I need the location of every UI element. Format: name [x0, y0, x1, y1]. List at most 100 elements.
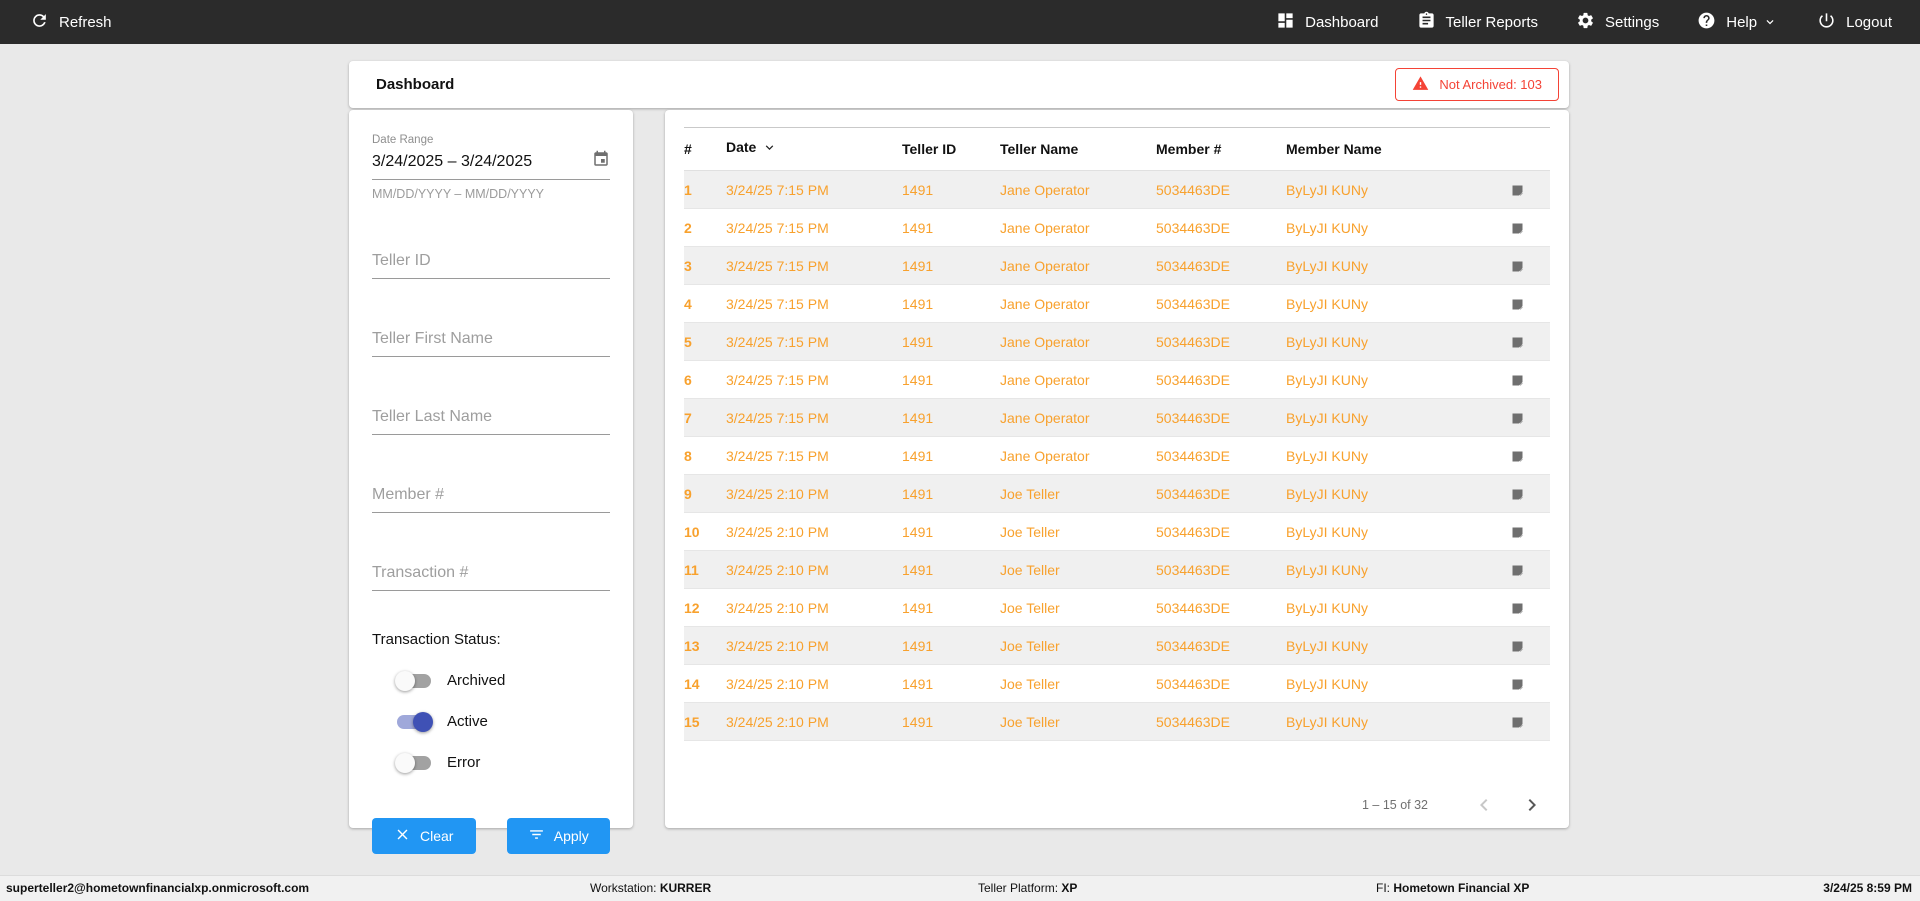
previous-page-button[interactable] [1472, 793, 1496, 817]
member-number-input[interactable] [372, 482, 610, 513]
table-row[interactable]: 8 3/24/25 7:15 PM 1491 Jane Operator 503… [684, 437, 1550, 475]
next-page-button[interactable] [1520, 793, 1544, 817]
teller-first-name-input[interactable] [372, 326, 610, 357]
table-row[interactable]: 1 3/24/25 7:15 PM 1491 Jane Operator 503… [684, 171, 1550, 209]
note-icon[interactable] [1510, 713, 1525, 729]
table-row[interactable]: 13 3/24/25 2:10 PM 1491 Joe Teller 50344… [684, 627, 1550, 665]
row-teller-name: Joe Teller [1000, 475, 1156, 513]
row-teller-id: 1491 [902, 627, 1000, 665]
col-number[interactable]: # [684, 128, 726, 171]
row-member-number: 5034463DE [1156, 171, 1286, 209]
note-icon[interactable] [1510, 409, 1525, 425]
refresh-button[interactable]: Refresh [30, 11, 112, 34]
row-number: 6 [684, 361, 726, 399]
row-teller-name: Joe Teller [1000, 665, 1156, 703]
dashboard-icon [1276, 11, 1295, 34]
power-icon [1817, 11, 1836, 34]
row-teller-id: 1491 [902, 323, 1000, 361]
table-row[interactable]: 11 3/24/25 2:10 PM 1491 Joe Teller 50344… [684, 551, 1550, 589]
table-row[interactable]: 10 3/24/25 2:10 PM 1491 Joe Teller 50344… [684, 513, 1550, 551]
not-archived-badge[interactable]: Not Archived: 103 [1395, 68, 1559, 101]
row-member-name: ByLyJI KUNy [1286, 209, 1484, 247]
col-teller-name[interactable]: Teller Name [1000, 128, 1156, 171]
note-icon[interactable] [1510, 257, 1525, 273]
col-date[interactable]: Date [726, 128, 902, 171]
note-icon[interactable] [1510, 637, 1525, 653]
row-date: 3/24/25 2:10 PM [726, 513, 902, 551]
col-member-name[interactable]: Member Name [1286, 128, 1484, 171]
table-row[interactable]: 9 3/24/25 2:10 PM 1491 Joe Teller 503446… [684, 475, 1550, 513]
row-member-number: 5034463DE [1156, 247, 1286, 285]
table-row[interactable]: 4 3/24/25 7:15 PM 1491 Jane Operator 503… [684, 285, 1550, 323]
logged-in-user: superteller2@hometownfinancialxp.onmicro… [6, 881, 309, 895]
table-row[interactable]: 6 3/24/25 7:15 PM 1491 Jane Operator 503… [684, 361, 1550, 399]
col-member-number[interactable]: Member # [1156, 128, 1286, 171]
row-date: 3/24/25 7:15 PM [726, 285, 902, 323]
row-date: 3/24/25 7:15 PM [726, 437, 902, 475]
row-date: 3/24/25 7:15 PM [726, 399, 902, 437]
fi-status: FI: Hometown Financial XP [1376, 881, 1529, 895]
date-range-input[interactable]: 3/24/2025 – 3/24/2025 [372, 150, 610, 180]
nav-logout[interactable]: Logout [1817, 11, 1892, 34]
table-row[interactable]: 3 3/24/25 7:15 PM 1491 Jane Operator 503… [684, 247, 1550, 285]
page-header-card: Dashboard Not Archived: 103 [349, 61, 1569, 108]
toggle-error[interactable]: Error [397, 754, 610, 771]
row-member-number: 5034463DE [1156, 361, 1286, 399]
note-icon[interactable] [1510, 295, 1525, 311]
row-teller-id: 1491 [902, 437, 1000, 475]
note-icon[interactable] [1510, 333, 1525, 349]
row-number: 5 [684, 323, 726, 361]
col-teller-id[interactable]: Teller ID [902, 128, 1000, 171]
note-icon[interactable] [1510, 219, 1525, 235]
row-date: 3/24/25 2:10 PM [726, 627, 902, 665]
table-header-row: # Date Teller ID Teller Name Member # Me… [684, 128, 1550, 171]
not-archived-label: Not Archived: 103 [1439, 77, 1542, 92]
gear-icon [1576, 11, 1595, 34]
switch-icon [397, 756, 431, 770]
table-row[interactable]: 7 3/24/25 7:15 PM 1491 Jane Operator 503… [684, 399, 1550, 437]
nav-help[interactable]: Help [1697, 11, 1779, 34]
note-icon[interactable] [1510, 523, 1525, 539]
table-row[interactable]: 14 3/24/25 2:10 PM 1491 Joe Teller 50344… [684, 665, 1550, 703]
clear-button[interactable]: Clear [372, 818, 476, 854]
row-member-name: ByLyJI KUNy [1286, 361, 1484, 399]
switch-icon [397, 715, 431, 729]
row-member-number: 5034463DE [1156, 589, 1286, 627]
row-date: 3/24/25 7:15 PM [726, 247, 902, 285]
note-icon[interactable] [1510, 599, 1525, 615]
note-icon[interactable] [1510, 181, 1525, 197]
row-member-name: ByLyJI KUNy [1286, 247, 1484, 285]
toggle-active[interactable]: Active [397, 713, 610, 730]
row-member-number: 5034463DE [1156, 551, 1286, 589]
apply-button[interactable]: Apply [507, 818, 611, 854]
topbar: Refresh Dashboard Teller Reports Setting… [0, 0, 1920, 44]
nav-settings[interactable]: Settings [1576, 11, 1659, 34]
transaction-number-input[interactable] [372, 560, 610, 591]
table-row[interactable]: 15 3/24/25 2:10 PM 1491 Joe Teller 50344… [684, 703, 1550, 741]
nav-dashboard[interactable]: Dashboard [1276, 11, 1378, 34]
row-teller-id: 1491 [902, 361, 1000, 399]
table-row[interactable]: 2 3/24/25 7:15 PM 1491 Jane Operator 503… [684, 209, 1550, 247]
toggle-archived[interactable]: Archived [397, 672, 610, 689]
row-teller-id: 1491 [902, 513, 1000, 551]
table-row[interactable]: 12 3/24/25 2:10 PM 1491 Joe Teller 50344… [684, 589, 1550, 627]
note-icon[interactable] [1510, 675, 1525, 691]
row-member-name: ByLyJI KUNy [1286, 437, 1484, 475]
workstation-status: Workstation: KURRER [590, 881, 711, 895]
note-icon[interactable] [1510, 447, 1525, 463]
row-number: 15 [684, 703, 726, 741]
row-teller-name: Joe Teller [1000, 551, 1156, 589]
calendar-icon[interactable] [592, 150, 610, 173]
row-teller-id: 1491 [902, 665, 1000, 703]
row-teller-name: Joe Teller [1000, 627, 1156, 665]
nav-teller-reports[interactable]: Teller Reports [1417, 11, 1539, 34]
teller-last-name-input[interactable] [372, 404, 610, 435]
row-number: 13 [684, 627, 726, 665]
teller-id-input[interactable] [372, 248, 610, 279]
note-icon[interactable] [1510, 485, 1525, 501]
row-date: 3/24/25 7:15 PM [726, 361, 902, 399]
table-row[interactable]: 5 3/24/25 7:15 PM 1491 Jane Operator 503… [684, 323, 1550, 361]
note-icon[interactable] [1510, 371, 1525, 387]
note-icon[interactable] [1510, 561, 1525, 577]
transaction-status-label: Transaction Status: [372, 631, 610, 648]
